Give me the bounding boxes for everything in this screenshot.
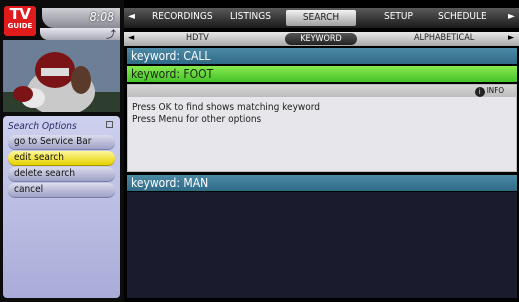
nav-left-arrow-icon[interactable]: ◄: [128, 11, 135, 22]
live-video-preview: [3, 40, 120, 112]
subtab-hdtv[interactable]: HDTV: [186, 33, 209, 43]
keyword-row-call[interactable]: keyword: CALL: [127, 48, 517, 64]
tab-listings[interactable]: LISTINGS: [230, 11, 271, 22]
search-options-title: Search Options: [3, 120, 120, 133]
tab-search[interactable]: SEARCH: [286, 10, 356, 26]
keyword-row-foot[interactable]: keyword: FOOT: [127, 66, 517, 82]
tab-setup[interactable]: SETUP: [384, 11, 413, 22]
main-nav-bar: ◄ RECORDINGS LISTINGS SEARCH SETUP SCHED…: [124, 8, 519, 28]
info-label: INFO: [486, 86, 504, 95]
search-options-title-text: Search Options: [8, 121, 77, 132]
tab-recordings[interactable]: RECORDINGS: [152, 11, 213, 22]
left-column: TV GUIDE 8:08 ⤴ Search Options go to Ser…: [0, 0, 124, 302]
instruction-line-1: Press OK to find shows matching keyword: [132, 102, 320, 113]
sub-nav-bar: ◄ HDTV KEYWORD ALPHABETICAL ►: [124, 32, 519, 46]
subnav-right-arrow-icon[interactable]: ►: [508, 33, 514, 43]
subtab-keyword-label: KEYWORD: [300, 34, 342, 44]
instruction-line-2: Press Menu for other options: [132, 114, 262, 125]
info-icon: i: [474, 87, 485, 97]
subtab-alphabetical[interactable]: ALPHABETICAL: [414, 33, 474, 43]
option-go-to-service-bar[interactable]: go to Service Bar: [8, 135, 115, 149]
empty-list-area: [127, 192, 517, 298]
keyword-detail-panel: i INFO Press OK to find shows matching ke…: [127, 84, 517, 172]
panel-header: i INFO: [128, 85, 516, 97]
nav-right-arrow-icon[interactable]: ►: [508, 11, 515, 22]
subnav-left-arrow-icon[interactable]: ◄: [128, 33, 134, 43]
info-button[interactable]: i INFO: [474, 85, 504, 97]
option-delete-search[interactable]: delete search: [8, 167, 115, 181]
tv-guide-logo: TV GUIDE: [4, 6, 36, 36]
option-edit-search[interactable]: edit search: [8, 151, 115, 165]
option-cancel[interactable]: cancel: [8, 183, 115, 197]
keyword-row-man[interactable]: keyword: MAN: [127, 175, 517, 191]
football-player-image: [3, 40, 120, 112]
pip-icon: ⤴: [106, 30, 116, 41]
clock: 8:08: [42, 8, 120, 28]
video-window-bar: ⤴: [40, 28, 120, 41]
logo-tv: TV: [9, 5, 31, 23]
panel-instructions: Press OK to find shows matching keyword …: [128, 97, 516, 131]
tab-schedule[interactable]: SCHEDULE: [438, 11, 487, 22]
logo-guide: GUIDE: [7, 22, 33, 30]
menu-box-icon: [106, 121, 113, 128]
subtab-keyword[interactable]: KEYWORD: [285, 33, 357, 45]
tab-search-label: SEARCH: [302, 12, 340, 23]
search-options-menu: Search Options go to Service Bar edit se…: [3, 116, 120, 298]
